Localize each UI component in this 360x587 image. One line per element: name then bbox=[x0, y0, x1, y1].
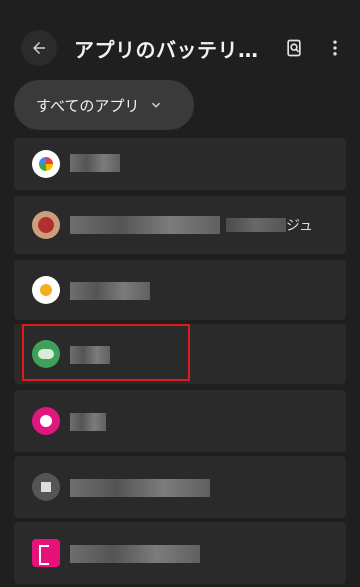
app-icon bbox=[32, 150, 60, 178]
page-title: アプリのバッテリ… bbox=[74, 38, 259, 62]
app-icon bbox=[32, 276, 60, 304]
back-button[interactable] bbox=[21, 30, 57, 66]
app-name-redacted bbox=[70, 216, 220, 234]
more-options-button[interactable] bbox=[323, 36, 347, 60]
app-row-1[interactable] bbox=[14, 138, 346, 190]
app-name-redacted bbox=[70, 154, 120, 172]
top-app-bar: アプリのバッテリ… bbox=[0, 0, 360, 90]
app-icon bbox=[32, 539, 60, 567]
app-row-2[interactable]: ジュ bbox=[14, 196, 346, 254]
app-row-6[interactable] bbox=[14, 456, 346, 518]
selection-highlight-box bbox=[22, 324, 190, 381]
app-icon bbox=[32, 473, 60, 501]
app-name-redacted bbox=[70, 545, 200, 563]
app-name-redacted bbox=[70, 282, 150, 300]
filter-label: すべてのアプリ bbox=[36, 96, 140, 115]
more-vert-icon bbox=[333, 40, 337, 56]
chevron-down-icon bbox=[149, 98, 163, 112]
app-icon bbox=[32, 407, 60, 435]
app-filter-dropdown[interactable]: すべてのアプリ bbox=[14, 80, 194, 130]
app-icon bbox=[32, 211, 60, 239]
app-row-5[interactable] bbox=[14, 390, 346, 452]
app-name-visible: ジュ bbox=[286, 218, 314, 234]
search-document-button[interactable] bbox=[282, 36, 306, 60]
search-document-icon bbox=[287, 39, 301, 57]
back-arrow-icon bbox=[33, 42, 45, 54]
app-name-redacted bbox=[70, 479, 210, 497]
app-row-7[interactable] bbox=[14, 522, 346, 584]
app-name-redacted bbox=[226, 218, 286, 232]
app-row-3[interactable] bbox=[14, 260, 346, 320]
app-name-redacted bbox=[70, 413, 106, 431]
